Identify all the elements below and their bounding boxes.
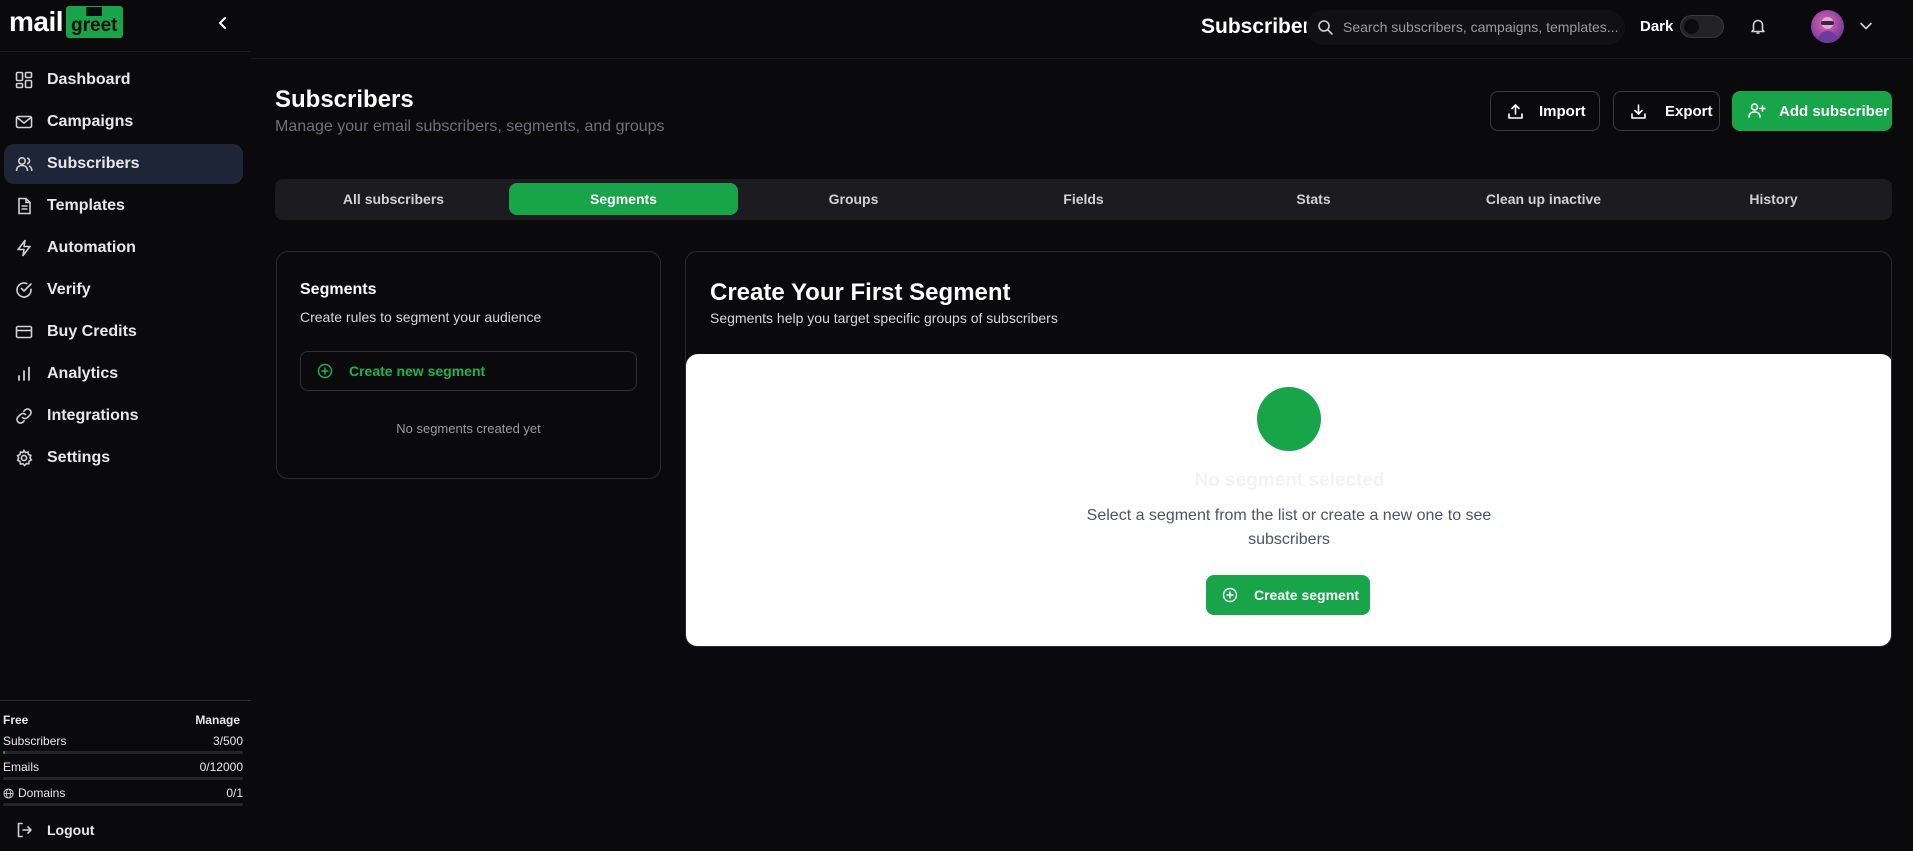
user-plus-icon [1748, 102, 1766, 119]
empty-state-icon [1257, 387, 1321, 451]
logout-button[interactable]: Logout [4, 810, 243, 850]
dark-mode-toggle[interactable] [1680, 15, 1724, 38]
subscribers-usage-value: 3/500 [212, 734, 243, 748]
plan-name: Free [3, 713, 29, 727]
download-icon [1630, 103, 1647, 120]
empty-state-card: No segment selected Select a segment fro… [686, 354, 1891, 646]
emails-usage-value: 0/12000 [199, 760, 243, 774]
page-title: Subscribers [275, 86, 414, 113]
segments-empty-text: No segments created yet [396, 421, 541, 436]
domains-usage-label: Domains [18, 786, 66, 800]
sidebar-item-label: Dashboard [47, 71, 131, 88]
segment-detail-title: Create Your First Segment [710, 279, 1011, 306]
manage-plan-link[interactable]: Manage [195, 713, 240, 727]
file-text-icon [15, 197, 33, 215]
segments-panel: Segments Create rules to segment your au… [276, 251, 661, 479]
sidebar-item-label: Templates [47, 197, 125, 214]
dashboard-icon [15, 71, 33, 89]
plus-circle-icon [1222, 587, 1238, 603]
header-divider [251, 58, 1913, 59]
segment-detail-subtitle: Segments help you target specific groups… [710, 310, 1058, 326]
emails-usage-label: Emails [3, 760, 40, 774]
tab-stats[interactable]: Stats [1199, 183, 1428, 215]
logout-icon [15, 821, 33, 839]
segments-panel-title: Segments [300, 281, 377, 298]
sidebar: mail greet Dashboard Campaigns Subscribe… [0, 0, 251, 851]
notification-bell-icon[interactable] [1749, 17, 1767, 35]
sidebar-item-label: Buy Credits [47, 323, 137, 340]
collapse-sidebar-icon[interactable] [216, 14, 230, 32]
create-segment-label: Create segment [1254, 587, 1360, 603]
logo-text-accent: greet [66, 6, 123, 38]
page-subtitle: Manage your email subscribers, segments,… [275, 118, 665, 135]
subscribers-usage-label: Subscribers [3, 734, 67, 748]
create-new-segment-button[interactable]: Create new segment [300, 351, 637, 391]
subscriber-tabs: All subscribers Segments Groups Fields S… [275, 179, 1892, 220]
link-icon [15, 407, 33, 425]
search-icon [1317, 19, 1334, 36]
sidebar-item-templates[interactable]: Templates [4, 186, 243, 226]
sidebar-item-label: Verify [47, 281, 91, 298]
sidebar-divider [0, 51, 251, 52]
tab-clean-up-inactive[interactable]: Clean up inactive [1429, 183, 1658, 215]
tab-segments[interactable]: Segments [509, 183, 738, 215]
empty-state-description: Select a segment from the list or create… [1086, 507, 1492, 548]
create-segment-button[interactable]: Create segment [1206, 575, 1370, 615]
import-button[interactable]: Import [1490, 91, 1600, 131]
empty-state-title: No segment selected [1194, 470, 1385, 491]
sidebar-item-label: Analytics [47, 365, 119, 382]
users-icon [15, 155, 33, 173]
globe-icon [3, 787, 14, 799]
app-logo[interactable]: mail greet [9, 4, 123, 40]
logo-text-main: mail [9, 6, 64, 37]
check-circle-icon [15, 281, 33, 299]
segment-detail-panel: Create Your First Segment Segments help … [685, 251, 1892, 647]
sidebar-item-campaigns[interactable]: Campaigns [4, 102, 243, 142]
theme-label: Dark [1640, 18, 1674, 35]
add-subscriber-label: Add subscriber [1779, 102, 1890, 120]
sidebar-item-buy-credits[interactable]: Buy Credits [4, 312, 243, 352]
sidebar-item-label: Automation [47, 239, 136, 256]
sidebar-item-dashboard[interactable]: Dashboard [4, 60, 243, 100]
sidebar-item-automation[interactable]: Automation [4, 228, 243, 268]
sidebar-item-analytics[interactable]: Analytics [4, 354, 243, 394]
sidebar-item-settings[interactable]: Settings [4, 438, 243, 478]
sidebar-item-subscribers[interactable]: Subscribers [4, 144, 243, 184]
sidebar-item-label: Settings [47, 449, 111, 466]
tab-groups[interactable]: Groups [739, 183, 968, 215]
account-chevron-down-icon[interactable] [1859, 20, 1873, 32]
user-avatar[interactable] [1811, 10, 1844, 43]
bar-chart-icon [15, 365, 33, 383]
sidebar-item-label: Campaigns [47, 113, 134, 130]
upload-icon [1507, 103, 1524, 120]
sidebar-item-integrations[interactable]: Integrations [4, 396, 243, 436]
sidebar-item-verify[interactable]: Verify [4, 270, 243, 310]
plus-circle-icon [317, 363, 333, 379]
import-label: Import [1539, 102, 1586, 120]
sidebar-item-label: Subscribers [47, 155, 140, 172]
add-subscriber-button[interactable]: Add subscriber [1732, 91, 1892, 131]
export-button[interactable]: Export [1613, 91, 1720, 131]
export-label: Export [1665, 102, 1713, 120]
logout-label: Logout [47, 822, 95, 838]
domains-usage-bar [3, 803, 243, 806]
mail-icon [15, 113, 33, 131]
tab-history[interactable]: History [1659, 183, 1888, 215]
subscribers-usage-bar [3, 751, 243, 754]
domains-usage-value: 0/1 [226, 786, 243, 800]
credit-card-icon [15, 323, 33, 341]
emails-usage-bar [3, 777, 243, 780]
sidebar-item-label: Integrations [47, 407, 139, 424]
tab-all-subscribers[interactable]: All subscribers [279, 183, 508, 215]
zap-icon [15, 239, 33, 257]
segments-panel-subtitle: Create rules to segment your audience [300, 309, 542, 325]
toggle-knob [1684, 19, 1699, 34]
global-search[interactable] [1306, 10, 1625, 45]
gear-icon [15, 449, 33, 467]
header-title: Subscribers [1201, 15, 1323, 38]
tab-fields[interactable]: Fields [969, 183, 1198, 215]
create-new-segment-label: Create new segment [349, 363, 486, 379]
plan-usage: Free Manage Subscribers 3/500 Emails 0/1… [0, 700, 251, 806]
search-input[interactable] [1343, 19, 1618, 35]
